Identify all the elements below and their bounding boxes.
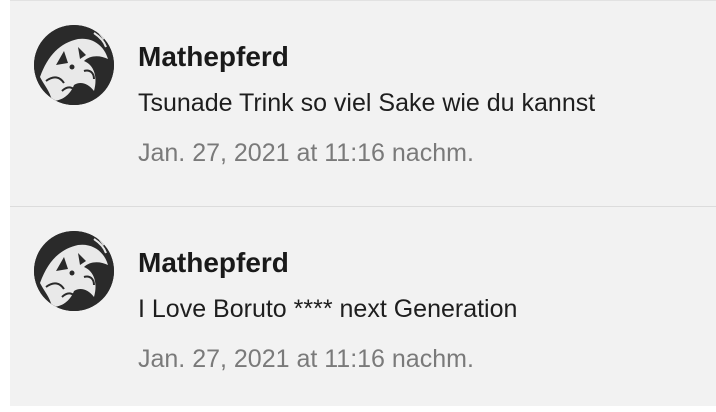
comment-timestamp[interactable]: Jan. 27, 2021 at 11:16 nachm.: [138, 139, 474, 168]
avatar[interactable]: [34, 231, 114, 311]
comment-text: I Love Boruto **** next Generation: [138, 295, 518, 323]
wolf-avatar-icon: [34, 25, 114, 105]
comment-item: Mathepferd I Love Boruto **** next Gener…: [10, 206, 716, 412]
comment-author[interactable]: Mathepferd: [138, 247, 289, 279]
comment-item: Mathepferd Tsunade Trink so viel Sake wi…: [10, 0, 716, 206]
avatar[interactable]: [34, 25, 114, 105]
comment-timestamp[interactable]: Jan. 27, 2021 at 11:16 nachm.: [138, 345, 474, 374]
comment-list: Mathepferd Tsunade Trink so viel Sake wi…: [10, 0, 716, 406]
comment-text: Tsunade Trink so viel Sake wie du kannst: [138, 89, 596, 117]
wolf-avatar-icon: [34, 231, 114, 311]
comment-author[interactable]: Mathepferd: [138, 41, 289, 73]
